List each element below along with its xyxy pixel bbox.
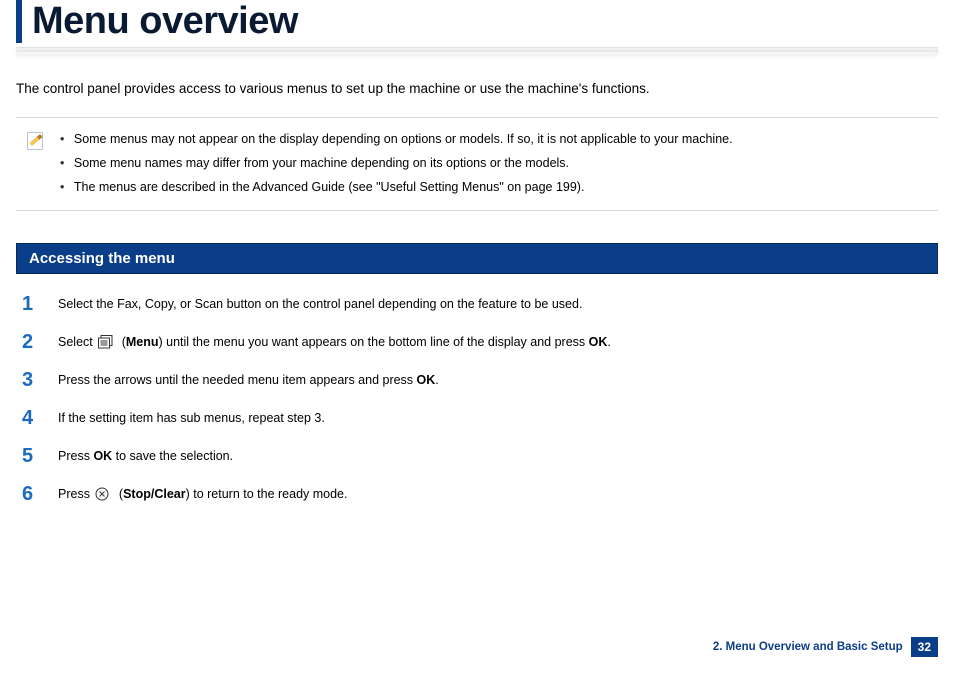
page-title: Menu overview [32, 0, 938, 43]
step-text-part: Press [58, 487, 93, 501]
step-text: Press (Stop/Clear) to return to the read… [58, 484, 347, 504]
step-number: 6 [22, 484, 40, 504]
stop-clear-label: Stop/Clear [123, 487, 186, 501]
note-list: Some menus may not appear on the display… [60, 128, 733, 199]
title-underline [16, 47, 938, 55]
step-text-part: Select [58, 335, 96, 349]
step-item: 6 Press (Stop/Clear) to return to the re… [22, 484, 938, 504]
note-box: Some menus may not appear on the display… [16, 117, 938, 210]
ok-label: OK [589, 335, 608, 349]
step-item: 5 Press OK to save the selection. [22, 446, 938, 466]
step-text: Press the arrows until the needed menu i… [58, 370, 439, 390]
step-text-part: ) to return to the ready mode. [186, 487, 348, 501]
step-number: 5 [22, 446, 40, 466]
page-footer: 2. Menu Overview and Basic Setup 32 [713, 637, 938, 657]
ok-label: OK [93, 449, 112, 463]
note-item: Some menus may not appear on the display… [60, 128, 733, 152]
menu-icon [98, 335, 116, 349]
intro-text: The control panel provides access to var… [16, 79, 938, 99]
step-number: 1 [22, 294, 40, 314]
step-text: Select (Menu) until the menu you want ap… [58, 332, 611, 352]
step-text: Press OK to save the selection. [58, 446, 233, 466]
step-text: If the setting item has sub menus, repea… [58, 408, 325, 428]
ok-label: OK [417, 373, 436, 387]
step-number: 3 [22, 370, 40, 390]
note-icon [24, 130, 46, 152]
step-text: Select the Fax, Copy, or Scan button on … [58, 294, 582, 314]
step-item: 1 Select the Fax, Copy, or Scan button o… [22, 294, 938, 314]
stop-clear-icon [95, 487, 113, 501]
section-heading: Accessing the menu [16, 243, 938, 274]
step-text-part: ) until the menu you want appears on the… [159, 335, 589, 349]
note-item: Some menu names may differ from your mac… [60, 152, 733, 176]
step-item: 4 If the setting item has sub menus, rep… [22, 408, 938, 428]
step-item: 2 Select (Menu) until the menu you want … [22, 332, 938, 352]
step-text-part: to save the selection. [112, 449, 233, 463]
step-text-part: . [435, 373, 438, 387]
step-text-part: Press the arrows until the needed menu i… [58, 373, 417, 387]
step-number: 2 [22, 332, 40, 352]
step-text-part: . [607, 335, 610, 349]
footer-chapter: 2. Menu Overview and Basic Setup [713, 641, 903, 653]
menu-label: Menu [126, 335, 159, 349]
step-number: 4 [22, 408, 40, 428]
steps-list: 1 Select the Fax, Copy, or Scan button o… [16, 294, 938, 504]
step-item: 3 Press the arrows until the needed menu… [22, 370, 938, 390]
note-item: The menus are described in the Advanced … [60, 176, 733, 200]
page-number: 32 [911, 637, 938, 657]
step-text-part: Press [58, 449, 93, 463]
title-wrap: Menu overview [16, 0, 938, 43]
